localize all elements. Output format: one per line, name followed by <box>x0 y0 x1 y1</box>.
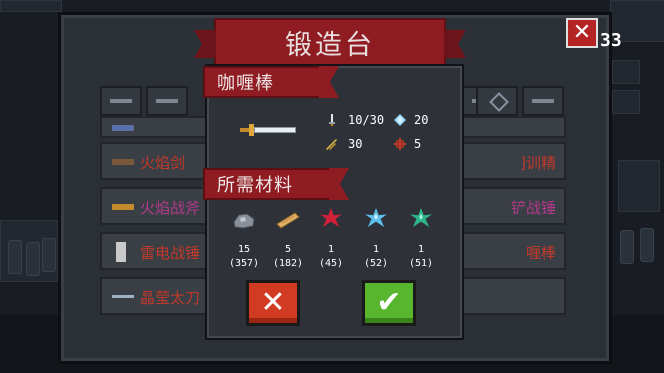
recipe-popup <box>205 64 464 340</box>
accuracy-value: 5 <box>414 137 422 151</box>
material-required: 1 <box>327 244 335 255</box>
background-barrel <box>620 230 634 264</box>
crystal-katana-icon <box>112 295 134 298</box>
material-owned: (51) <box>408 258 434 269</box>
gun-icon <box>110 99 132 103</box>
material-required: 15 <box>237 244 251 255</box>
material-required: 1 <box>417 244 425 255</box>
green-crystal-icon <box>410 208 432 228</box>
confirm-forge-button[interactable]: ✔ <box>362 280 416 326</box>
forge-title: 锻造台 <box>285 29 375 61</box>
blue-crystal-icon <box>365 208 387 228</box>
crit-value: 30 <box>348 137 363 151</box>
material-required: 1 <box>372 244 380 255</box>
corner-counter: 33 <box>600 30 622 51</box>
material-owned: (52) <box>363 258 389 269</box>
close-icon: ✕ <box>572 20 592 45</box>
iron-ore-icon <box>233 213 255 229</box>
background-wall-tile <box>0 0 62 12</box>
material-owned: (357) <box>228 258 260 269</box>
background-barrel <box>42 238 56 272</box>
pipe-weapon-icon <box>112 125 134 131</box>
weapon-name-right: 铲战锤 <box>510 199 556 217</box>
launcher-icon <box>532 99 554 103</box>
weapon-name-right: ]训精 <box>520 154 556 172</box>
checkmark-icon: ✔ <box>376 285 402 320</box>
weapon-name: 火焰战斧 <box>140 199 201 217</box>
material-owned: (182) <box>272 258 304 269</box>
damage-icon <box>329 114 335 126</box>
background-barrel <box>640 228 654 262</box>
cancel-button[interactable]: ✕ <box>246 280 300 326</box>
weapon-name-right: 喱棒 <box>525 244 556 262</box>
background-wall-tile <box>618 160 660 212</box>
rifle-icon <box>156 99 178 103</box>
fire-axe-icon <box>112 204 134 210</box>
weapon-name: 晶莹太刀 <box>140 289 201 307</box>
weapon-name-banner: 咖喱棒 <box>203 66 321 98</box>
close-icon: ✕ <box>260 285 286 320</box>
weapon-name: 火焰剑 <box>140 154 186 172</box>
energy-value: 20 <box>414 113 429 127</box>
diamond-icon <box>489 92 509 112</box>
background-barrel <box>26 242 40 276</box>
material-owned: (45) <box>318 258 344 269</box>
weapon-name: 雷电战锤 <box>140 244 201 262</box>
material-required: 5 <box>284 244 292 255</box>
background-barrel <box>8 240 22 274</box>
tab-weapon-1[interactable] <box>100 86 142 116</box>
golden-sword-icon <box>240 124 296 136</box>
energy-icon <box>394 114 406 126</box>
red-crystal-icon <box>320 208 342 228</box>
background-wall-tile <box>612 60 640 84</box>
wood-plank-icon <box>276 212 300 229</box>
materials-title: 所需材料 <box>217 175 293 196</box>
materials-banner: 所需材料 <box>203 168 331 200</box>
thunder-hammer-icon <box>116 242 126 262</box>
forge-title-banner: 锻造台 <box>214 18 446 66</box>
accuracy-icon <box>394 138 406 150</box>
background-wall-tile <box>612 90 640 114</box>
damage-value: 10/30 <box>348 113 385 127</box>
fire-sword-icon <box>112 159 134 165</box>
close-button[interactable]: ✕ <box>566 18 598 48</box>
tab-weapon-5[interactable] <box>522 86 564 116</box>
crit-icon <box>326 139 337 150</box>
tab-weapon-4[interactable] <box>476 86 518 116</box>
recipe-weapon-name: 咖喱棒 <box>217 73 274 94</box>
tab-weapon-2[interactable] <box>146 86 188 116</box>
